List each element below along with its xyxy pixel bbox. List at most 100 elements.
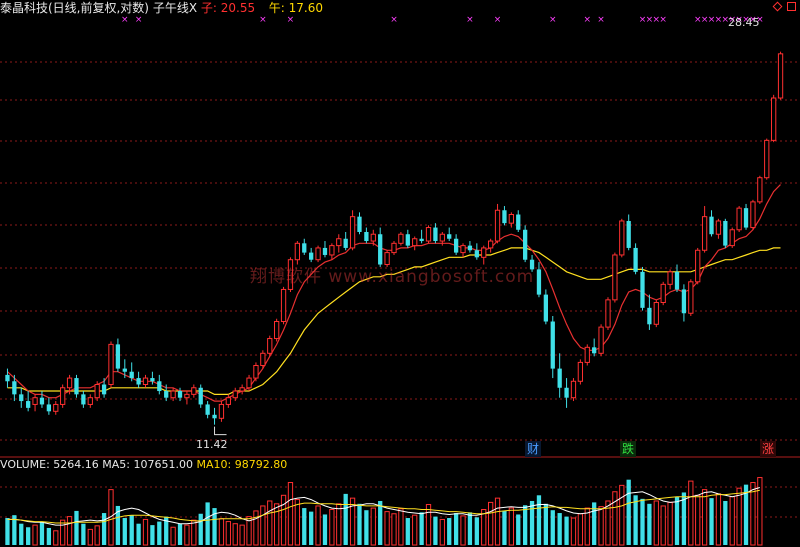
volume-header: VOLUME: 5264.16 MA5: 107651.00 MA10: 987… (0, 458, 287, 472)
volume-bar-down (101, 513, 107, 545)
candle-body-up (612, 254, 618, 301)
candle-body-down (447, 234, 452, 239)
volume-bar-up (460, 515, 466, 546)
square-icon[interactable] (787, 2, 796, 11)
badge-zhang[interactable]: 涨 (760, 441, 777, 457)
volume-bar-down (640, 498, 645, 545)
volume-bar-up (695, 494, 701, 546)
candle-body-down (205, 404, 210, 415)
badge-cai[interactable]: 财 (525, 441, 542, 457)
candle-body-up (32, 397, 38, 405)
volume-bar-up (660, 505, 666, 546)
candle-body-up (771, 97, 777, 141)
candle-body-down (212, 414, 217, 419)
candle-body-down (19, 394, 24, 402)
volume-bar-up (481, 509, 487, 546)
low-price-label: 11.42 (196, 438, 228, 451)
candle-body-up (701, 216, 708, 251)
candle-body-down (633, 247, 638, 272)
indicator-name: 子午线X (152, 1, 198, 15)
signal-marker-row: × × × × × × × × × × × × × × × × × × × × × × × × (121, 15, 764, 25)
volume-bar-up (287, 482, 294, 546)
ma5-label: MA5: (102, 458, 131, 471)
candle-body-down (322, 247, 328, 255)
candle-body-up (232, 390, 238, 399)
volume-bar-up (232, 523, 238, 546)
volume-bar-up (184, 524, 190, 546)
signal-marker: × (549, 15, 557, 25)
volume-bar-up (280, 494, 287, 546)
candle-body-up (667, 271, 673, 285)
candlestick-series[interactable] (5, 51, 784, 425)
ma10-label: MA10: (196, 458, 232, 471)
candle-body-down (502, 210, 507, 224)
candle-body-down (640, 271, 645, 308)
volume-bar-up (315, 505, 321, 546)
volume-bar-down (74, 510, 79, 545)
volume-bar-up (439, 518, 445, 546)
candle-body-up (329, 245, 335, 256)
volume-bar-up (384, 511, 390, 546)
candle-body-down (681, 289, 687, 314)
volume-bar-down (177, 523, 183, 545)
candle-body-down (543, 294, 548, 322)
volume-bar-down (357, 503, 362, 545)
volume-bar-up (570, 517, 577, 546)
volume-bar-up (329, 509, 335, 546)
candle-body-up (280, 288, 287, 323)
volume-bar-up (715, 493, 722, 546)
volume-bar-down (309, 511, 314, 545)
candle-body-down (39, 397, 45, 405)
candle-body-up (605, 299, 611, 328)
volume-bar-up (612, 491, 618, 546)
candle-body-down (743, 208, 749, 228)
high-price-label: 28.45 (728, 16, 760, 29)
candle-body-down (150, 378, 155, 382)
volume-bar-up (239, 524, 245, 546)
candle-body-up (695, 249, 701, 283)
candle-body-up (757, 177, 763, 203)
candle-body-up (481, 247, 487, 258)
volume-bar-down (674, 496, 680, 545)
signal-marker: × (584, 15, 592, 25)
signal-marker: × (494, 15, 502, 25)
volume-bar-down (136, 523, 141, 545)
volume-bar-down (633, 495, 638, 545)
volume-bar-down (205, 502, 210, 545)
candle-body-up (336, 238, 342, 247)
volume-bar-up (66, 516, 73, 546)
volume-bar-up (225, 521, 231, 546)
candle-body-up (764, 139, 770, 179)
volume-bar-down (709, 498, 714, 545)
volume-bar-up (218, 518, 225, 546)
volume-bar-down (433, 516, 438, 545)
candle-body-up (777, 53, 784, 99)
candle-body-up (315, 247, 321, 261)
volume-bar-down (150, 525, 155, 545)
candle-body-up (619, 220, 625, 256)
candle-body-up (108, 343, 114, 386)
volume-bar-down (378, 500, 383, 545)
volume-bar-down (564, 516, 569, 545)
candle-body-down (523, 229, 528, 260)
volume-bar-down (557, 513, 562, 545)
candle-body-down (357, 216, 362, 232)
badge-die[interactable]: 跌 (620, 441, 637, 457)
volume-bar-up (667, 501, 673, 546)
volume-bar-down (723, 500, 728, 545)
candle-body-down (177, 391, 183, 398)
low-price-marker (214, 426, 227, 436)
candle-body-down (74, 378, 79, 395)
volume-ma-lines (7, 487, 760, 526)
ma5-value: 107651.00 (133, 458, 194, 471)
volume-bar-down (81, 523, 86, 545)
volume-bar-down (5, 518, 10, 545)
volume-bar-up (688, 480, 694, 546)
candle-body-up (60, 387, 66, 405)
candle-body-up (191, 387, 197, 395)
zi-value: 20.55 (220, 1, 256, 15)
candle-body-down (302, 243, 307, 253)
candle-body-up (750, 201, 756, 229)
signal-marker: × (287, 15, 295, 25)
volume-bar-up (653, 500, 659, 546)
